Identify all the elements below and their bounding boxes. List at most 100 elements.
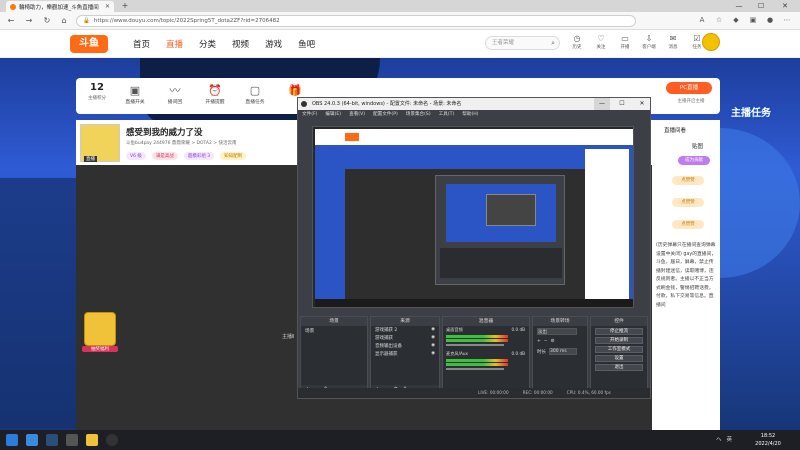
obs-maximize-button[interactable]: ☐ <box>614 98 630 110</box>
anchor-score[interactable]: 12 主播积分 <box>84 82 110 101</box>
follow-item[interactable]: ♡ 关注 <box>592 34 610 50</box>
minimize-window-button[interactable]: — <box>730 0 748 12</box>
obs-menu-file[interactable]: 文件(F) <box>302 110 317 119</box>
scene-item[interactable]: 场景 <box>301 326 367 336</box>
obs-menubar: 文件(F) 编辑(E) 查看(V) 配置文件(P) 场景集合(S) 工具(T) … <box>298 110 650 119</box>
profile-icon[interactable]: ● <box>765 15 775 25</box>
remove-icon[interactable]: − <box>544 339 548 344</box>
feature-replay[interactable]: 〰播间回 <box>160 83 190 105</box>
source-item[interactable]: 游戏捕获 ◉ <box>371 334 439 342</box>
file-explorer-icon[interactable] <box>66 434 78 446</box>
wave-icon: 〰 <box>169 84 181 97</box>
history-item[interactable]: ◷ 历史 <box>568 34 586 50</box>
chat-tab[interactable]: 贴图 <box>692 142 703 150</box>
nav-category[interactable]: 分类 <box>199 38 216 50</box>
user-avatar[interactable] <box>702 33 720 51</box>
obs-menu-edit[interactable]: 编辑(E) <box>325 110 341 119</box>
obs-preview[interactable] <box>312 126 634 308</box>
home-icon[interactable]: ⌂ <box>59 16 69 26</box>
settings-button[interactable]: 设置 <box>595 354 643 362</box>
close-window-button[interactable]: ✕ <box>776 0 794 12</box>
new-tab-button[interactable]: + <box>120 1 130 11</box>
obs-menu-help[interactable]: 帮助(H) <box>462 110 478 119</box>
extension-icon[interactable]: ◆ <box>731 15 741 25</box>
gear-icon[interactable]: ⚙ <box>551 339 555 344</box>
tab-title: 輪椅助力，樂觀加速_斗魚直播间 <box>19 4 99 11</box>
eye-icon: ◉ <box>431 351 435 356</box>
favorite-star-icon[interactable]: ☆ <box>714 15 724 25</box>
exit-button[interactable]: 退出 <box>595 363 643 371</box>
like-button-3[interactable]: 点赞赞 <box>672 220 704 229</box>
volume-slider[interactable] <box>446 368 504 370</box>
nav-home[interactable]: 首页 <box>133 38 150 50</box>
obs-menu-view[interactable]: 查看(V) <box>349 110 365 119</box>
forward-icon[interactable]: → <box>24 16 34 26</box>
ime-icon[interactable]: 英 <box>727 434 733 446</box>
transition-select[interactable]: 淡出 <box>537 328 577 335</box>
stop-streaming-button[interactable]: 停止推流 <box>595 327 643 335</box>
nav-live[interactable]: 直播 <box>166 38 183 50</box>
douyu-app-icon[interactable] <box>86 434 98 446</box>
nav-game[interactable]: 游戏 <box>265 38 282 50</box>
pc-live-button[interactable]: PC直播 <box>666 82 712 94</box>
clock-date: 2022/4/20 <box>755 441 781 447</box>
lottery-label: 抽奖福利 <box>82 346 118 352</box>
obs-menu-profile[interactable]: 配置文件(P) <box>373 110 398 119</box>
level-tag[interactable]: V6 级 <box>126 152 146 160</box>
obs-minimize-button[interactable]: — <box>594 98 610 110</box>
read-aloud-icon[interactable]: A <box>697 15 707 25</box>
more-icon[interactable]: ⋯ <box>782 15 792 25</box>
task-badge[interactable]: 主播任务 <box>722 108 780 148</box>
client-item[interactable]: ⇩ 客户端 <box>640 34 658 50</box>
url-input[interactable]: 🔒 https://www.douyu.com/topic/2022Spring… <box>76 15 636 27</box>
source-item[interactable]: 音频输出设备 ◉ <box>371 342 439 350</box>
douyu-search-input[interactable]: 王者荣耀 ⌕ <box>485 36 560 50</box>
back-icon[interactable]: ← <box>6 16 16 26</box>
level-meter <box>446 339 508 342</box>
obs-app-icon[interactable] <box>106 434 118 446</box>
reload-icon[interactable]: ↻ <box>42 16 52 26</box>
studio-mode-button[interactable]: 工作室模式 <box>595 345 643 353</box>
search-icon[interactable]: ⌕ <box>551 37 555 49</box>
stream-meta: 斗鱼bu4pay 244976 鼎鼎荣耀 > DOTA2 > 快活云南 <box>126 141 237 146</box>
lottery-icon[interactable] <box>84 312 116 346</box>
browser-tab[interactable]: 輪椅助力，樂觀加速_斗魚直播间 ✕ <box>6 1 114 12</box>
douyu-logo[interactable]: 斗鱼 <box>70 35 108 53</box>
contribute-button[interactable]: 成为贡献 <box>678 156 710 165</box>
tab-close-icon[interactable]: ✕ <box>105 3 110 10</box>
obs-titlebar[interactable]: OBS 24.0.3 (64-bit, windows) - 配置文件: 未命名… <box>298 98 650 110</box>
volume-slider[interactable] <box>446 344 504 346</box>
eye-icon: ◉ <box>431 343 435 348</box>
live-time: LIVE: 00:00:00 <box>478 390 509 395</box>
add-icon[interactable]: + <box>537 339 541 344</box>
source-item[interactable]: 游戏捕获 2 ◉ <box>371 326 439 334</box>
edge-icon[interactable] <box>26 434 38 446</box>
system-clock[interactable]: 18:52 2022/4/20 <box>748 432 788 448</box>
feature-task[interactable]: ▢ 直播任务 <box>240 83 270 105</box>
collections-icon[interactable]: ▣ <box>748 15 758 25</box>
nav-yuba[interactable]: 鱼吧 <box>298 38 315 50</box>
start-recording-button[interactable]: 开始录制 <box>595 336 643 344</box>
like-button-1[interactable]: 点赞赞 <box>672 176 704 185</box>
broadcast-item[interactable]: ▭ 开播 <box>616 34 634 50</box>
obs-close-button[interactable]: ✕ <box>634 98 650 110</box>
lock-icon: 🔒 <box>83 18 90 24</box>
feature-live-switch[interactable]: ▣ 直播开关 <box>120 83 150 105</box>
source-item[interactable]: 显示器捕获 ◉ <box>371 350 439 358</box>
duration-input[interactable]: 300 ms <box>549 348 577 355</box>
windows-start-icon[interactable] <box>6 434 18 446</box>
tag-know[interactable]: 知知配制 <box>220 152 247 160</box>
mixer-title: 混音器 <box>443 317 529 326</box>
tray-chevron-icon[interactable]: ヘ <box>716 434 722 446</box>
feature-gift[interactable]: 🎁 <box>280 83 310 98</box>
tag-high[interactable]: 满是高战 <box>151 152 178 160</box>
maximize-window-button[interactable]: ☐ <box>752 0 770 12</box>
nav-video[interactable]: 视频 <box>232 38 249 50</box>
obs-menu-tools[interactable]: 工具(T) <box>439 110 455 119</box>
steam-icon[interactable] <box>46 434 58 446</box>
feature-remind[interactable]: ⏰ 开播提醒 <box>200 83 230 105</box>
obs-menu-scene-collection[interactable]: 场景集合(S) <box>406 110 431 119</box>
like-button-2[interactable]: 点赞赞 <box>672 198 704 207</box>
tag-group[interactable]: 超模彩组 3 <box>183 152 215 160</box>
message-item[interactable]: ✉ 消息 <box>664 34 682 50</box>
